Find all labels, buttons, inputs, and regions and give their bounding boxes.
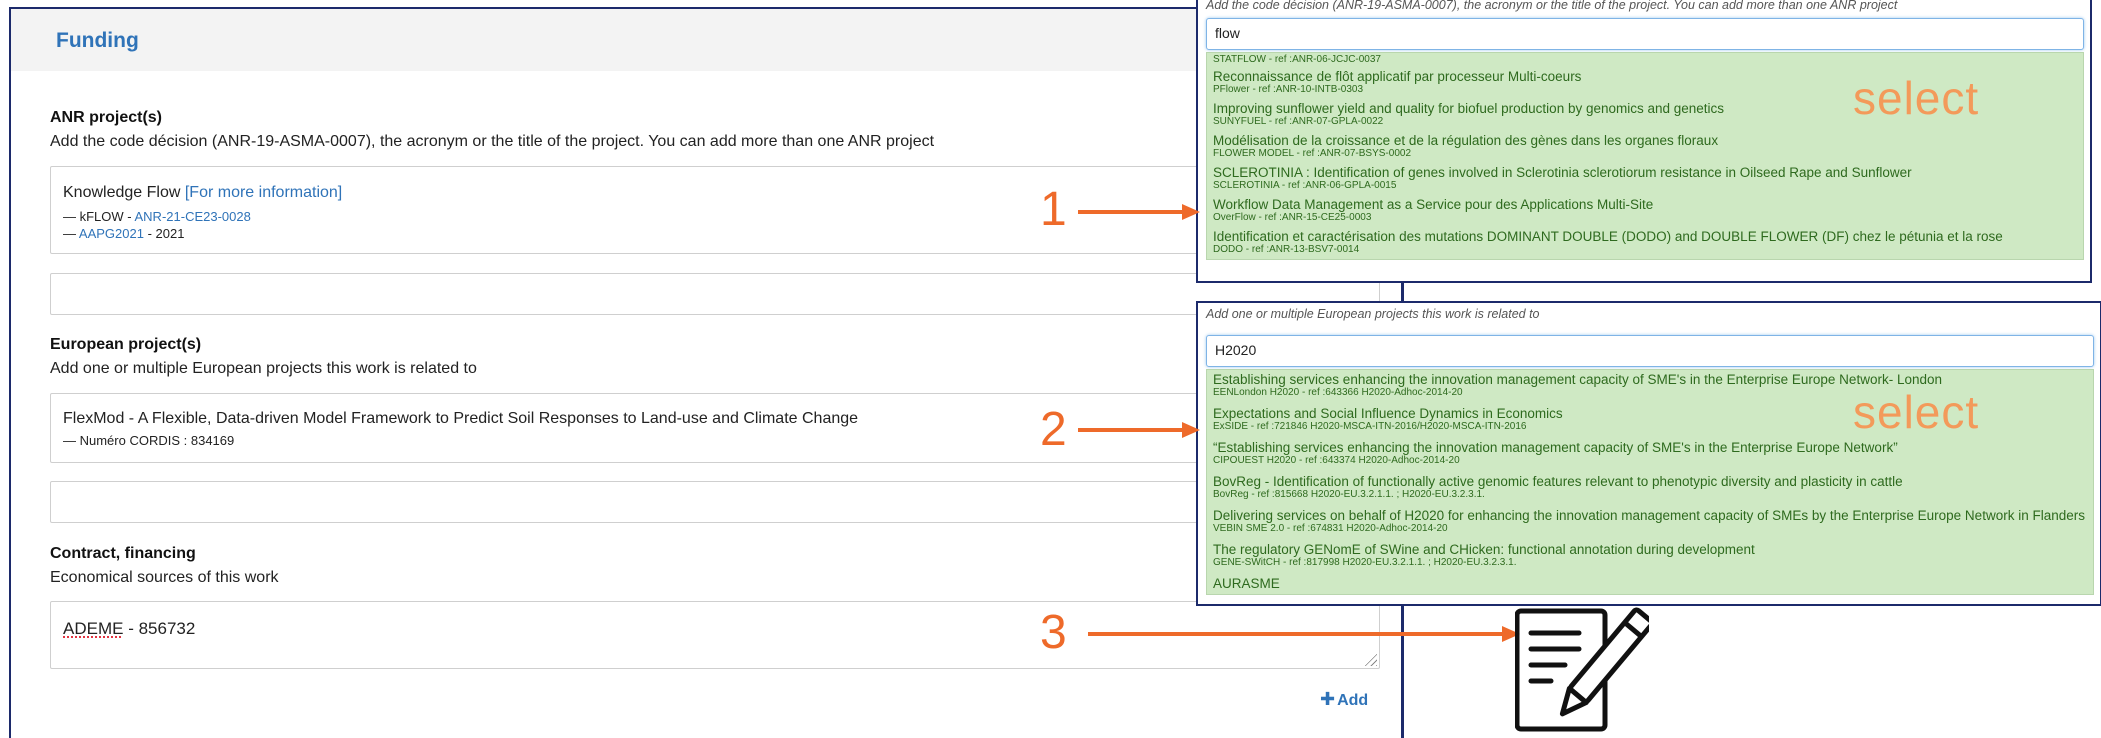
eu-popup-search-input[interactable]: H2020 — [1206, 335, 2094, 367]
annotation-number-3: 3 — [1040, 606, 1067, 659]
eu-popup-hint: Add one or multiple European projects th… — [1206, 307, 1540, 321]
eu-select-annotation: select — [1853, 386, 1980, 438]
contract-section-title: Contract, financing — [50, 545, 196, 562]
page-title: Funding — [56, 29, 139, 52]
eu-result-item[interactable]: Delivering services on behalf of H2020 f… — [1213, 508, 2085, 535]
anr-call-link[interactable]: AAPG2021 — [79, 226, 144, 241]
anr-result-item[interactable]: Reconnaissance de flôt applicatif par pr… — [1213, 69, 1581, 96]
annotation-arrow-3 — [1088, 626, 1520, 642]
form-header: Funding — [11, 9, 1401, 71]
annotation-number-2: 2 — [1040, 403, 1067, 456]
anr-more-info-link[interactable]: [For more information] — [185, 184, 342, 201]
anr-autocomplete-popup: Add the code décision (ANR-19-ASMA-0007)… — [1196, 0, 2092, 283]
anr-result-item[interactable]: Workflow Data Management as a Service po… — [1213, 197, 1653, 224]
anr-search-input[interactable] — [50, 273, 1380, 315]
eu-result-item[interactable]: “Establishing services enhancing the inn… — [1213, 440, 1898, 467]
annotation-number-1: 1 — [1040, 183, 1067, 236]
anr-year: - 2021 — [143, 226, 185, 241]
anr-entry-acronym: — kFLOW - — [63, 209, 135, 224]
eu-result-item[interactable]: Expectations and Social Influence Dynami… — [1213, 406, 1563, 433]
anr-entry-name: Knowledge Flow — [63, 184, 181, 201]
contract-section-description: Economical sources of this work — [50, 569, 279, 586]
contract-number: - 856732 — [123, 619, 196, 638]
eu-result-item[interactable]: BovReg - Identification of functionally … — [1213, 474, 1903, 501]
anr-popup-search-input[interactable]: flow — [1206, 18, 2084, 50]
european-entry-name: FlexMod - A Flexible, Data-driven Model … — [63, 410, 859, 427]
anr-code-link[interactable]: ANR-21-CE23-0028 — [135, 209, 251, 224]
anr-section-title: ANR project(s) — [50, 109, 163, 126]
plus-icon: ✚ — [1320, 689, 1336, 709]
anr-select-annotation: select — [1853, 72, 1980, 124]
anr-popup-hint: Add the code décision (ANR-19-ASMA-0007)… — [1206, 0, 1898, 12]
annotation-arrow-1 — [1078, 204, 1200, 220]
annotation-arrow-2 — [1078, 422, 1200, 438]
eu-result-item[interactable]: The regulatory GENomE of SWine and CHick… — [1213, 542, 1755, 569]
anr-result-item[interactable]: Modélisation de la croissance et de la r… — [1213, 133, 1718, 160]
european-section-description: Add one or multiple European projects th… — [50, 360, 477, 377]
anr-section-description: Add the code décision (ANR-19-ASMA-0007)… — [50, 133, 935, 150]
resize-grip-icon[interactable] — [1363, 652, 1377, 666]
anr-result-item[interactable]: Identification et caractérisation des mu… — [1213, 229, 2003, 256]
european-entry-cordis: — Numéro CORDIS : 834169 — [63, 433, 235, 448]
contract-org: ADEME — [63, 619, 124, 638]
european-autocomplete-popup: Add one or multiple European projects th… — [1196, 301, 2101, 606]
anr-result-item[interactable]: STATFLOW - ref :ANR-06-JCJC-0037 — [1213, 54, 1381, 66]
notepad-pencil-icon — [1515, 607, 1649, 732]
european-search-input[interactable] — [50, 481, 1380, 523]
add-button[interactable]: ✚ Add — [1320, 689, 1368, 710]
european-section-title: European project(s) — [50, 336, 202, 353]
anr-result-item[interactable]: Improving sunflower yield and quality fo… — [1213, 101, 1724, 128]
anr-result-item[interactable]: SCLEROTINIA : Identification of genes in… — [1213, 165, 1912, 192]
eu-result-item[interactable]: Establishing services enhancing the inno… — [1213, 372, 1942, 399]
eu-result-item[interactable]: AURASME — [1213, 576, 1280, 591]
